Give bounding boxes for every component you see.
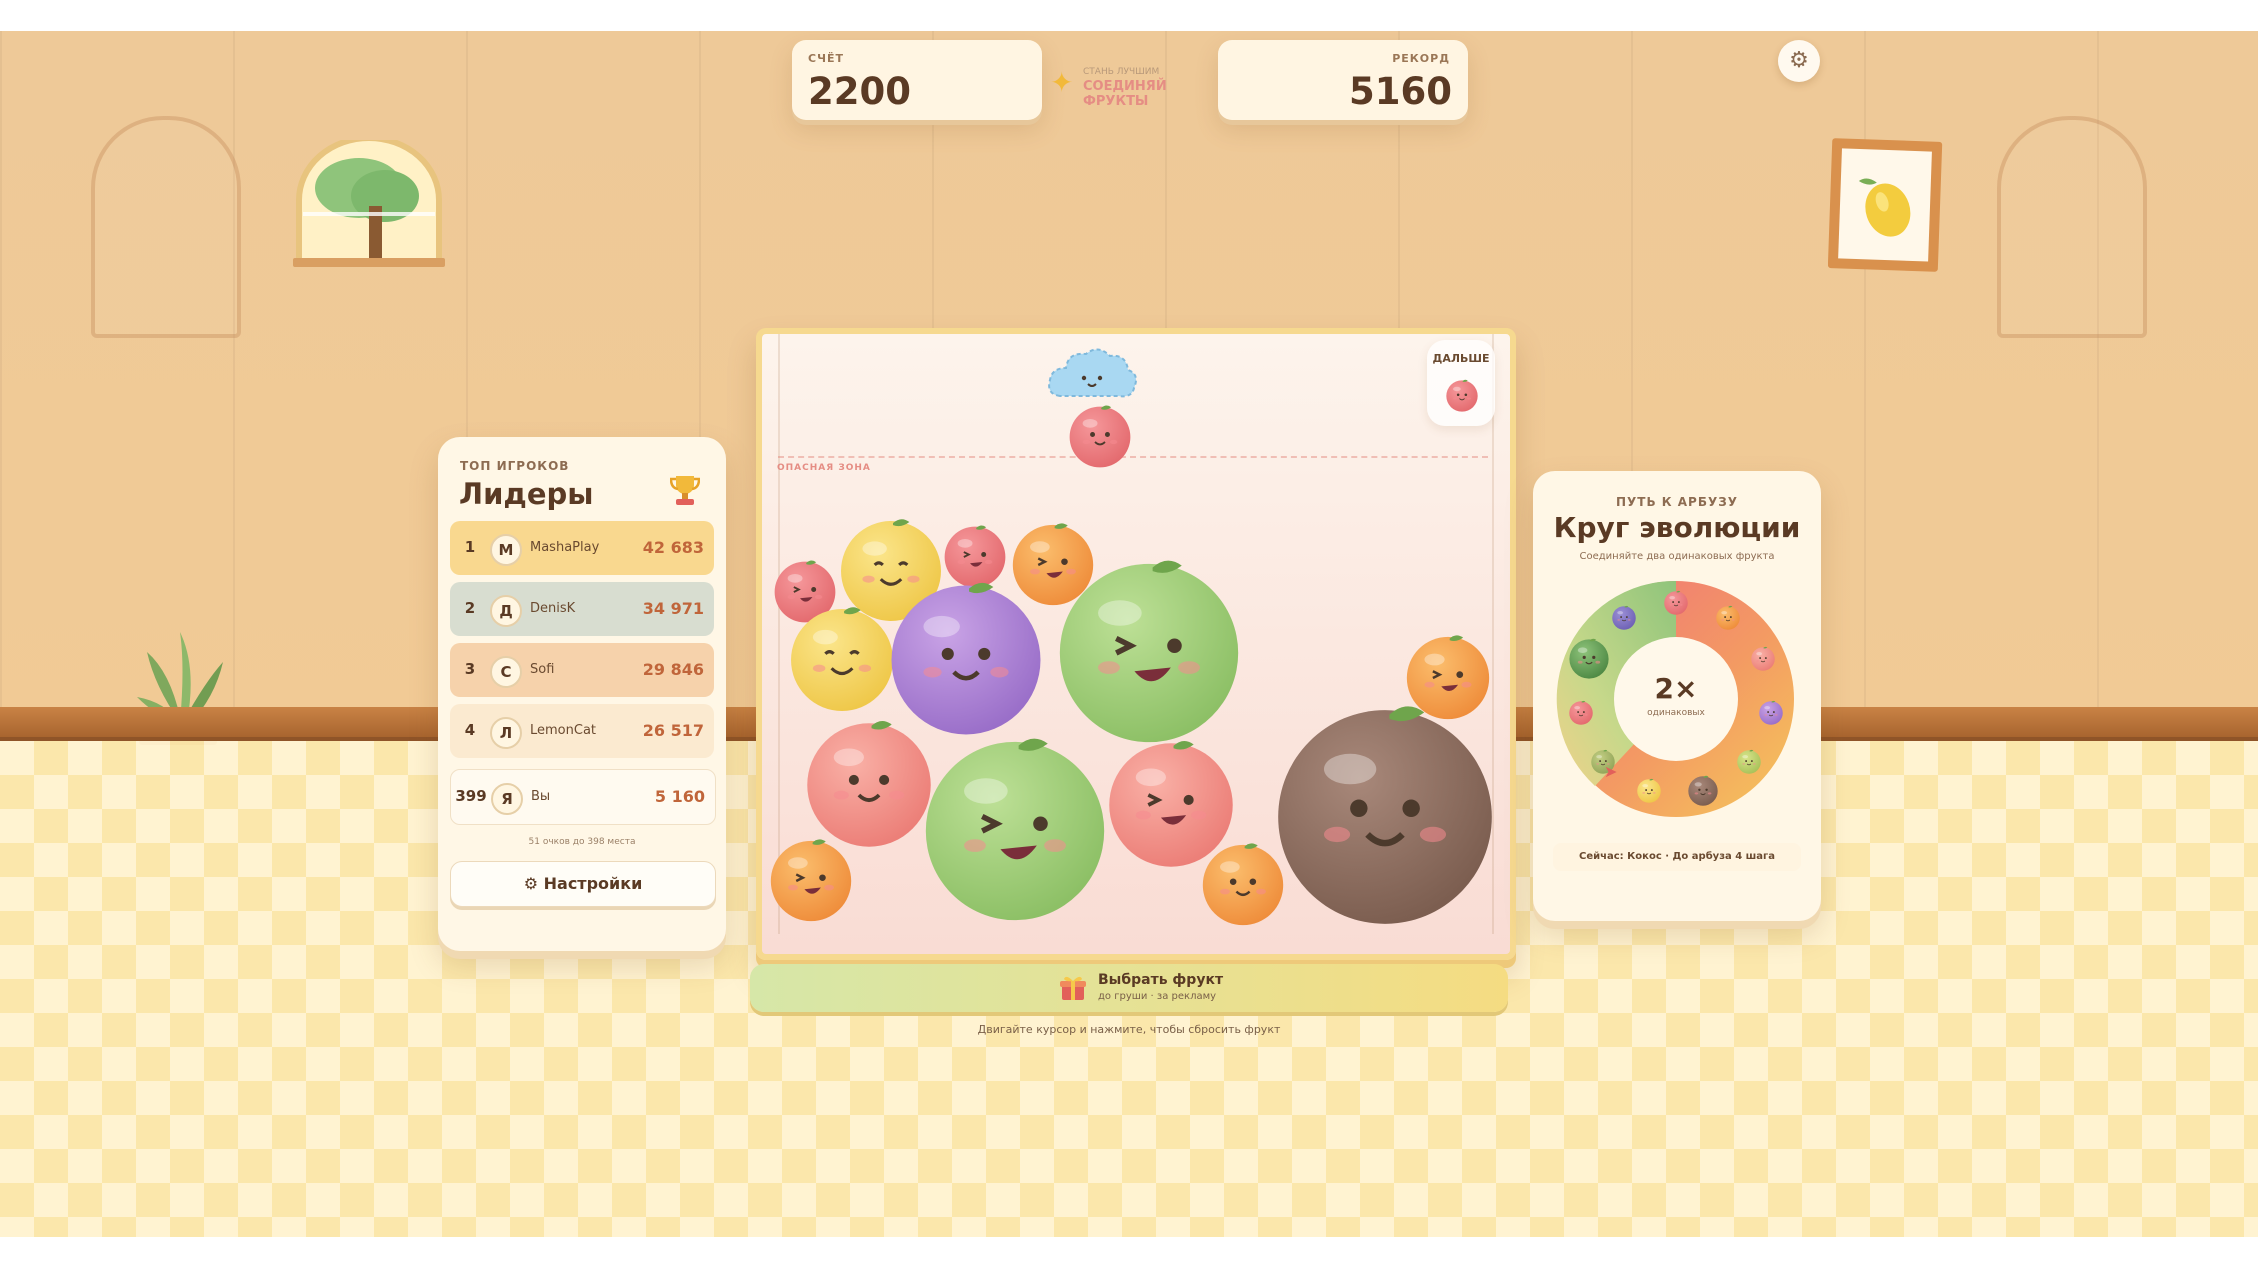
leaderboard-title: Лидеры bbox=[459, 477, 594, 511]
leaderboard-panel: ТОП ИГРОКОВ Лидеры 1 M MashaPlay 42 683 … bbox=[438, 437, 726, 951]
wheel-plum-icon bbox=[1759, 700, 1783, 725]
game-scene: СЧЁТ 2200 ✦ СТАНЬ ЛУЧШИМ СОЕДИНЯЙ ФРУКТЫ… bbox=[0, 31, 2258, 1237]
gear-icon: ⚙ bbox=[1789, 48, 1809, 73]
pick-fruit-button[interactable]: Выбрать фрукт до груши · за рекламу bbox=[750, 964, 1508, 1012]
player-name: LemonCat bbox=[530, 723, 597, 738]
wall-arch-left bbox=[91, 116, 241, 338]
evolution-kicker: ПУТЬ К АРБУЗУ bbox=[1615, 495, 1739, 509]
wall-arch-right bbox=[1997, 116, 2147, 338]
danger-zone-label: ОПАСНАЯ ЗОНА bbox=[777, 463, 871, 473]
next-label: ДАЛЬШЕ bbox=[1432, 352, 1490, 365]
player-name: DenisK bbox=[530, 601, 576, 616]
leaderboard-row[interactable]: 2 Д DenisK 34 971 bbox=[450, 582, 714, 636]
player-score: 26 517 bbox=[642, 721, 704, 740]
evolution-subtitle: Соединяйте два одинаковых фрукта bbox=[1579, 551, 1775, 562]
settings-button[interactable]: ⚙ Настройки bbox=[450, 861, 716, 907]
wheel-peach-icon bbox=[1751, 646, 1776, 671]
avatar: M bbox=[490, 534, 522, 566]
window-tree-decoration bbox=[293, 135, 445, 270]
fruit-cherry bbox=[944, 525, 1006, 588]
my-avatar: Я bbox=[491, 783, 523, 815]
avatar: С bbox=[490, 656, 522, 688]
leaderboard-rank: 3 bbox=[464, 660, 476, 678]
player-score: 29 846 bbox=[642, 660, 704, 679]
next-fruit-preview: ДАЛЬШЕ bbox=[1427, 340, 1495, 426]
gear-icon: ⚙ bbox=[523, 874, 539, 893]
player-name: MashaPlay bbox=[530, 540, 600, 555]
lemon-picture-frame bbox=[1827, 138, 1944, 274]
fruit-plum bbox=[890, 582, 1042, 736]
my-score: 5 160 bbox=[654, 787, 705, 806]
record-value: 5160 bbox=[1349, 70, 1452, 113]
my-name: Вы bbox=[531, 789, 551, 804]
wheel-coconut-icon bbox=[1688, 775, 1718, 806]
score-value: 2200 bbox=[808, 70, 911, 113]
leaderboard-rank: 2 bbox=[464, 599, 476, 617]
record-label: РЕКОРД bbox=[1392, 52, 1450, 65]
drop-hint: Двигайте курсор и нажмите, чтобы сбросит… bbox=[977, 1023, 1281, 1036]
avatar: Л bbox=[490, 717, 522, 749]
wheel-cherry-icon bbox=[1664, 590, 1688, 615]
fruit-tangerine bbox=[1202, 843, 1284, 926]
leaderboard-rank: 1 bbox=[464, 538, 476, 556]
leaderboard-kicker: ТОП ИГРОКОВ bbox=[460, 459, 570, 473]
fruit-melon bbox=[1058, 560, 1240, 744]
fruit-lemon bbox=[790, 607, 894, 712]
next-fruit-cherry bbox=[1446, 379, 1478, 412]
settings-gear-button[interactable]: ⚙ bbox=[1778, 40, 1820, 82]
avatar: Д bbox=[490, 595, 522, 627]
player-score: 34 971 bbox=[642, 599, 704, 618]
pick-fruit-subtitle: до груши · за рекламу bbox=[1098, 991, 1217, 1002]
fruit-cherry bbox=[1069, 405, 1131, 468]
current-stage-arrow-icon: ➤ bbox=[1604, 762, 1618, 781]
leaderboard-row[interactable]: 4 Л LemonCat 26 517 bbox=[450, 704, 714, 758]
fruit-tangerine bbox=[770, 839, 852, 922]
wheel-blueberry-icon bbox=[1612, 606, 1636, 630]
score-card: СЧЁТ 2200 bbox=[792, 40, 1042, 120]
rank-gap-note: 51 очков до 398 места bbox=[528, 837, 636, 847]
wheel-tangerine-icon bbox=[1716, 606, 1740, 630]
settings-button-label: Настройки bbox=[543, 874, 643, 893]
leaderboard-row[interactable]: 3 С Sofi 29 846 bbox=[450, 643, 714, 697]
evolution-status: Сейчас: Кокос · До арбуза 4 шага bbox=[1553, 843, 1801, 871]
tagline-main: СОЕДИНЯЙ ФРУКТЫ bbox=[1083, 79, 1167, 109]
trophy-icon bbox=[669, 473, 701, 507]
pick-fruit-title: Выбрать фрукт bbox=[1098, 972, 1224, 988]
tagline: ✦ СТАНЬ ЛУЧШИМ СОЕДИНЯЙ ФРУКТЫ bbox=[1050, 64, 1230, 109]
fruit-melon bbox=[924, 738, 1106, 922]
my-rank: 399 bbox=[455, 787, 487, 805]
leaderboard-rank: 4 bbox=[464, 721, 476, 739]
my-leaderboard-row[interactable]: 399 Я Вы 5 160 bbox=[450, 769, 716, 825]
wheel-cherry-icon bbox=[1569, 700, 1593, 725]
wheel-lemon-icon bbox=[1637, 778, 1661, 803]
fruit-peach bbox=[806, 721, 932, 848]
leaderboard-row[interactable]: 1 M MashaPlay 42 683 bbox=[450, 521, 714, 575]
evolution-title: Круг эволюции bbox=[1553, 511, 1801, 544]
danger-line bbox=[778, 456, 1488, 458]
fruit-coconut bbox=[1276, 706, 1494, 926]
player-score: 42 683 bbox=[642, 538, 704, 557]
player-name: Sofi bbox=[530, 662, 555, 677]
evolution-wheel: 2× одинаковых ➤ bbox=[1555, 578, 1797, 820]
wheel-pear-icon bbox=[1736, 749, 1761, 774]
dropper-cloud-icon[interactable] bbox=[1046, 344, 1138, 404]
tagline-small: СТАНЬ ЛУЧШИМ bbox=[1083, 67, 1160, 77]
sparkle-icon: ✦ bbox=[1050, 66, 1074, 99]
gift-icon bbox=[1060, 974, 1086, 1002]
record-card: РЕКОРД 5160 bbox=[1218, 40, 1468, 120]
wheel-watermelon-icon bbox=[1569, 638, 1609, 679]
score-label: СЧЁТ bbox=[808, 52, 844, 65]
game-container[interactable]: ОПАСНАЯ ЗОНА ДАЛЬШЕ bbox=[756, 328, 1516, 960]
